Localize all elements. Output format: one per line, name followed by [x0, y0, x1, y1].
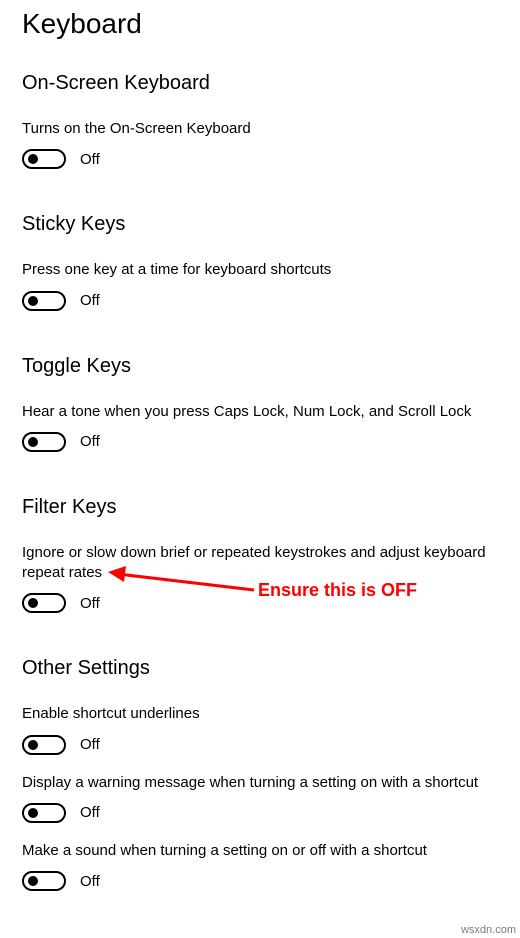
- section-toggle-keys: Toggle Keys Hear a tone when you press C…: [22, 355, 498, 452]
- toggle-toggle-keys[interactable]: [22, 432, 66, 452]
- toggle-sticky[interactable]: [22, 291, 66, 311]
- setting-desc-toggle: Hear a tone when you press Caps Lock, Nu…: [22, 402, 498, 422]
- section-title-osk: On-Screen Keyboard: [22, 72, 498, 95]
- toggle-label-osk: Off: [80, 151, 100, 168]
- toggle-label-warning: Off: [80, 804, 100, 821]
- section-title-filter: Filter Keys: [22, 496, 498, 519]
- toggle-warning-message[interactable]: [22, 803, 66, 823]
- toggle-sound[interactable]: [22, 871, 66, 891]
- section-other-settings: Other Settings Enable shortcut underline…: [22, 657, 498, 891]
- toggle-label-underlines: Off: [80, 736, 100, 753]
- setting-desc-warning: Display a warning message when turning a…: [22, 773, 498, 793]
- setting-desc-sticky: Press one key at a time for keyboard sho…: [22, 260, 498, 280]
- setting-desc-osk: Turns on the On-Screen Keyboard: [22, 119, 498, 139]
- annotation-arrow-icon: [108, 562, 258, 602]
- setting-desc-sound: Make a sound when turning a setting on o…: [22, 841, 498, 861]
- section-title-sticky: Sticky Keys: [22, 213, 498, 236]
- annotation-text: Ensure this is OFF: [258, 580, 417, 601]
- setting-desc-underlines: Enable shortcut underlines: [22, 704, 498, 724]
- section-sticky-keys: Sticky Keys Press one key at a time for …: [22, 213, 498, 310]
- section-on-screen-keyboard: On-Screen Keyboard Turns on the On-Scree…: [22, 72, 498, 169]
- setting-desc-filter: Ignore or slow down brief or repeated ke…: [22, 543, 498, 584]
- toggle-label-filter: Off: [80, 595, 100, 612]
- toggle-shortcut-underlines[interactable]: [22, 735, 66, 755]
- section-title-other: Other Settings: [22, 657, 498, 680]
- toggle-label-toggle: Off: [80, 433, 100, 450]
- section-title-toggle: Toggle Keys: [22, 355, 498, 378]
- toggle-osk[interactable]: [22, 149, 66, 169]
- toggle-label-sticky: Off: [80, 292, 100, 309]
- toggle-label-sound: Off: [80, 873, 100, 890]
- watermark: wsxdn.com: [461, 924, 516, 936]
- page-title: Keyboard: [22, 8, 498, 40]
- toggle-filter-keys[interactable]: [22, 593, 66, 613]
